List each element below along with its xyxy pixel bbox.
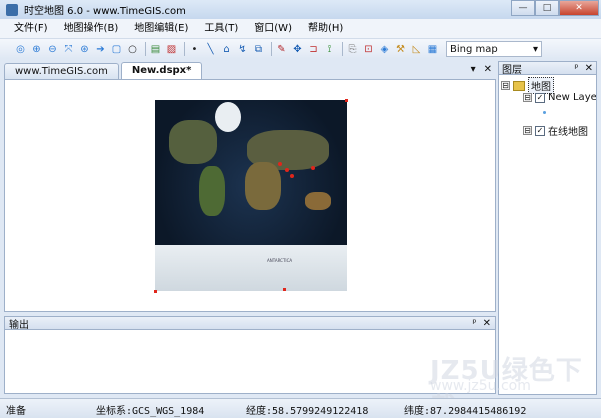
toolbar-separator — [184, 42, 185, 56]
output-panel-title: 输出 — [9, 319, 29, 331]
crs-readout: 坐标系:GCS_WGS_1984 — [96, 406, 205, 417]
minimize-button[interactable]: — — [511, 0, 535, 16]
close-document-icon[interactable]: ✕ — [484, 64, 492, 75]
window-controls: — □ ✕ — [511, 0, 599, 16]
basemap-selected-value: Bing map — [450, 43, 498, 55]
close-icon[interactable]: ✕ — [483, 318, 491, 329]
draw-line-icon[interactable]: ╲ — [204, 43, 217, 56]
collapse-icon[interactable]: ⊟ — [523, 93, 532, 102]
layer-label: New Layer — [548, 92, 597, 103]
toolbar: ◎ ⊕ ⊖ ⤧ ⊛ ➔ ▢ ○ ▤ ▨ • ╲ ⌂ ↯ ⧉ ✎ ✥ ⊐ ⟟ ⎘ … — [0, 39, 601, 59]
edit-pencil-icon[interactable]: ✎ — [275, 43, 288, 56]
basemap-icon[interactable]: ▦ — [426, 43, 439, 56]
draw-point-icon[interactable]: • — [188, 43, 201, 56]
toolbar-separator — [145, 42, 146, 56]
chevron-down-icon: ▾ — [532, 43, 538, 55]
layer-visibility-checkbox[interactable]: ✓ — [535, 92, 545, 103]
menu-map-edit[interactable]: 地图编辑(E) — [126, 19, 196, 39]
zoom-out-icon[interactable]: ⊖ — [46, 43, 59, 56]
selection-handle[interactable] — [154, 290, 157, 293]
greenland — [215, 102, 241, 132]
hammer-icon[interactable]: ⚒ — [394, 43, 407, 56]
pin-icon[interactable]: ᵖ — [472, 318, 476, 329]
collapse-icon[interactable]: ⊟ — [501, 81, 510, 90]
longitude-readout: 经度:58.5799249122418 — [246, 406, 369, 417]
layers-panel-controls: ᵖ ✕ — [574, 63, 593, 74]
output-panel-controls: ᵖ ✕ — [472, 318, 491, 329]
zoom-box-icon[interactable]: ▢ — [110, 43, 123, 56]
south-america — [199, 166, 225, 216]
tab-timegis-home[interactable]: www.TimeGIS.com — [4, 63, 119, 79]
collapse-icon[interactable]: ⊟ — [523, 126, 532, 135]
clear-selection-icon[interactable]: ⊡ — [362, 43, 375, 56]
menu-file[interactable]: 文件(F) — [0, 19, 56, 39]
draw-polygon-icon[interactable]: ⌂ — [220, 43, 233, 56]
layers-panel-title: 图层 — [502, 64, 522, 76]
pan-icon[interactable]: ◎ — [14, 43, 27, 56]
basemap-select[interactable]: Bing map ▾ — [446, 41, 542, 57]
previous-extent-icon[interactable]: ⊛ — [78, 43, 91, 56]
document-tab-controls: ▾ ✕ — [471, 64, 492, 75]
menu-map-operations[interactable]: 地图操作(B) — [56, 19, 127, 39]
menu-tools[interactable]: 工具(T) — [196, 19, 246, 39]
move-icon[interactable]: ✥ — [291, 43, 304, 56]
north-america — [169, 120, 217, 164]
map-view[interactable]: ANTARCTICA — [4, 79, 496, 312]
australia — [305, 192, 331, 210]
draw-freehand-icon[interactable]: ↯ — [236, 43, 249, 56]
output-panel-header: 输出 ᵖ ✕ — [4, 316, 496, 331]
menu-help[interactable]: 帮助(H) — [300, 19, 351, 39]
map-hotspot[interactable] — [278, 162, 282, 166]
latitude-readout: 纬度:87.2984415486192 — [404, 406, 527, 417]
next-extent-icon[interactable]: ➔ — [94, 43, 107, 56]
pin-icon[interactable]: ᵖ — [574, 63, 578, 74]
refresh-icon[interactable]: ○ — [126, 43, 139, 56]
remove-layer-icon[interactable]: ▨ — [165, 43, 178, 56]
identify-icon[interactable]: ◈ — [378, 43, 391, 56]
window-title: 时空地图 6.0 - www.TimeGIS.com — [24, 6, 186, 17]
selection-handle[interactable] — [283, 288, 286, 291]
menu-bar: 文件(F) 地图操作(B) 地图编辑(E) 工具(T) 窗口(W) 帮助(H) — [0, 19, 601, 39]
antarctica-label: ANTARCTICA — [267, 258, 293, 263]
select-feature-icon[interactable]: ⎘ — [346, 43, 359, 56]
magnet-icon[interactable]: ⊐ — [307, 43, 320, 56]
point-symbol-icon — [543, 111, 546, 114]
layer-label: 在线地图 — [548, 127, 588, 138]
split-icon[interactable]: ⟟ — [323, 43, 336, 56]
document-tab-strip: www.TimeGIS.com New.dspx* ▾ ✕ — [4, 61, 496, 79]
layers-panel-header: 图层 ᵖ ✕ — [498, 61, 597, 76]
toolbar-separator — [271, 42, 272, 56]
title-bar: 时空地图 6.0 - www.TimeGIS.com — □ ✕ — [0, 0, 601, 19]
toolbar-separator — [342, 42, 343, 56]
layers-tree: ⊟ 地图 ⊟ ✓ New Layer ⊟ ✓ 在线地图 — [498, 75, 597, 395]
full-extent-icon[interactable]: ⤧ — [62, 43, 75, 56]
maximize-button[interactable]: □ — [535, 0, 559, 16]
watermark-url: www.jz5u.com — [430, 378, 531, 394]
world-map-image[interactable]: ANTARCTICA — [155, 100, 347, 291]
antarctica — [155, 245, 347, 291]
status-bar: 准备 坐标系:GCS_WGS_1984 经度:58.5799249122418 … — [0, 398, 601, 418]
close-button[interactable]: ✕ — [559, 0, 599, 16]
africa — [245, 162, 281, 210]
app-icon — [6, 3, 18, 16]
menu-window[interactable]: 窗口(W) — [246, 19, 300, 39]
map-folder-icon — [513, 80, 525, 91]
tab-list-dropdown-icon[interactable]: ▾ — [471, 64, 476, 75]
measure-icon[interactable]: ◺ — [410, 43, 423, 56]
selection-handle[interactable] — [345, 99, 348, 102]
map-hotspot[interactable] — [290, 174, 294, 178]
tree-layer-new-layer[interactable]: ⊟ ✓ New Layer — [523, 92, 597, 103]
close-icon[interactable]: ✕ — [585, 63, 593, 74]
status-text: 准备 — [6, 406, 26, 417]
tree-layer-online-map[interactable]: ⊟ ✓ 在线地图 — [523, 123, 588, 138]
add-layer-icon[interactable]: ▤ — [149, 43, 162, 56]
copy-feature-icon[interactable]: ⧉ — [252, 43, 265, 56]
map-hotspot[interactable] — [285, 168, 289, 172]
output-panel-body[interactable] — [4, 330, 496, 394]
map-hotspot[interactable] — [311, 166, 315, 170]
tab-new-dspx[interactable]: New.dspx* — [120, 62, 203, 79]
zoom-in-icon[interactable]: ⊕ — [30, 43, 43, 56]
layer-visibility-checkbox[interactable]: ✓ — [535, 125, 545, 136]
